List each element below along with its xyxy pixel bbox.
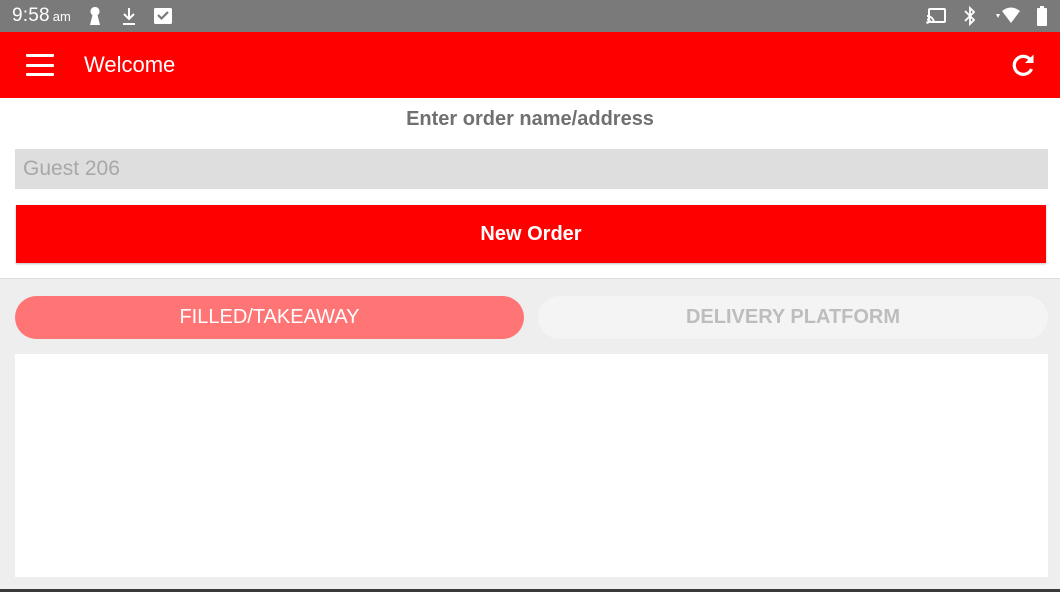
wifi-icon — [994, 6, 1022, 26]
status-ampm: am — [52, 9, 71, 24]
order-list — [15, 354, 1048, 577]
cast-icon — [926, 6, 946, 26]
hamburger-menu-icon[interactable] — [26, 54, 54, 76]
app-bar: Welcome — [0, 32, 1060, 98]
status-bar: 9:58 am — [0, 0, 1060, 32]
status-time: 9:58 — [12, 5, 50, 26]
refresh-icon[interactable] — [1008, 50, 1038, 80]
download-icon — [119, 6, 139, 26]
status-left: 9:58 am — [12, 5, 173, 27]
inbox-check-icon — [153, 6, 173, 26]
bluetooth-icon — [960, 6, 980, 26]
keyhole-icon — [85, 6, 105, 26]
page-title: Welcome — [84, 52, 176, 77]
battery-icon — [1036, 6, 1048, 26]
status-right — [926, 6, 1048, 26]
tab-filled-takeaway[interactable]: FILLED/TAKEAWAY — [15, 296, 524, 339]
orders-section: FILLED/TAKEAWAY DELIVERY PLATFORM — [0, 278, 1060, 592]
new-order-button[interactable]: New Order — [16, 205, 1046, 263]
tab-delivery-platform[interactable]: DELIVERY PLATFORM — [538, 296, 1048, 339]
status-clock: 9:58 am — [12, 5, 71, 27]
order-name-label: Enter order name/address — [406, 108, 654, 130]
order-name-input[interactable] — [15, 149, 1048, 189]
